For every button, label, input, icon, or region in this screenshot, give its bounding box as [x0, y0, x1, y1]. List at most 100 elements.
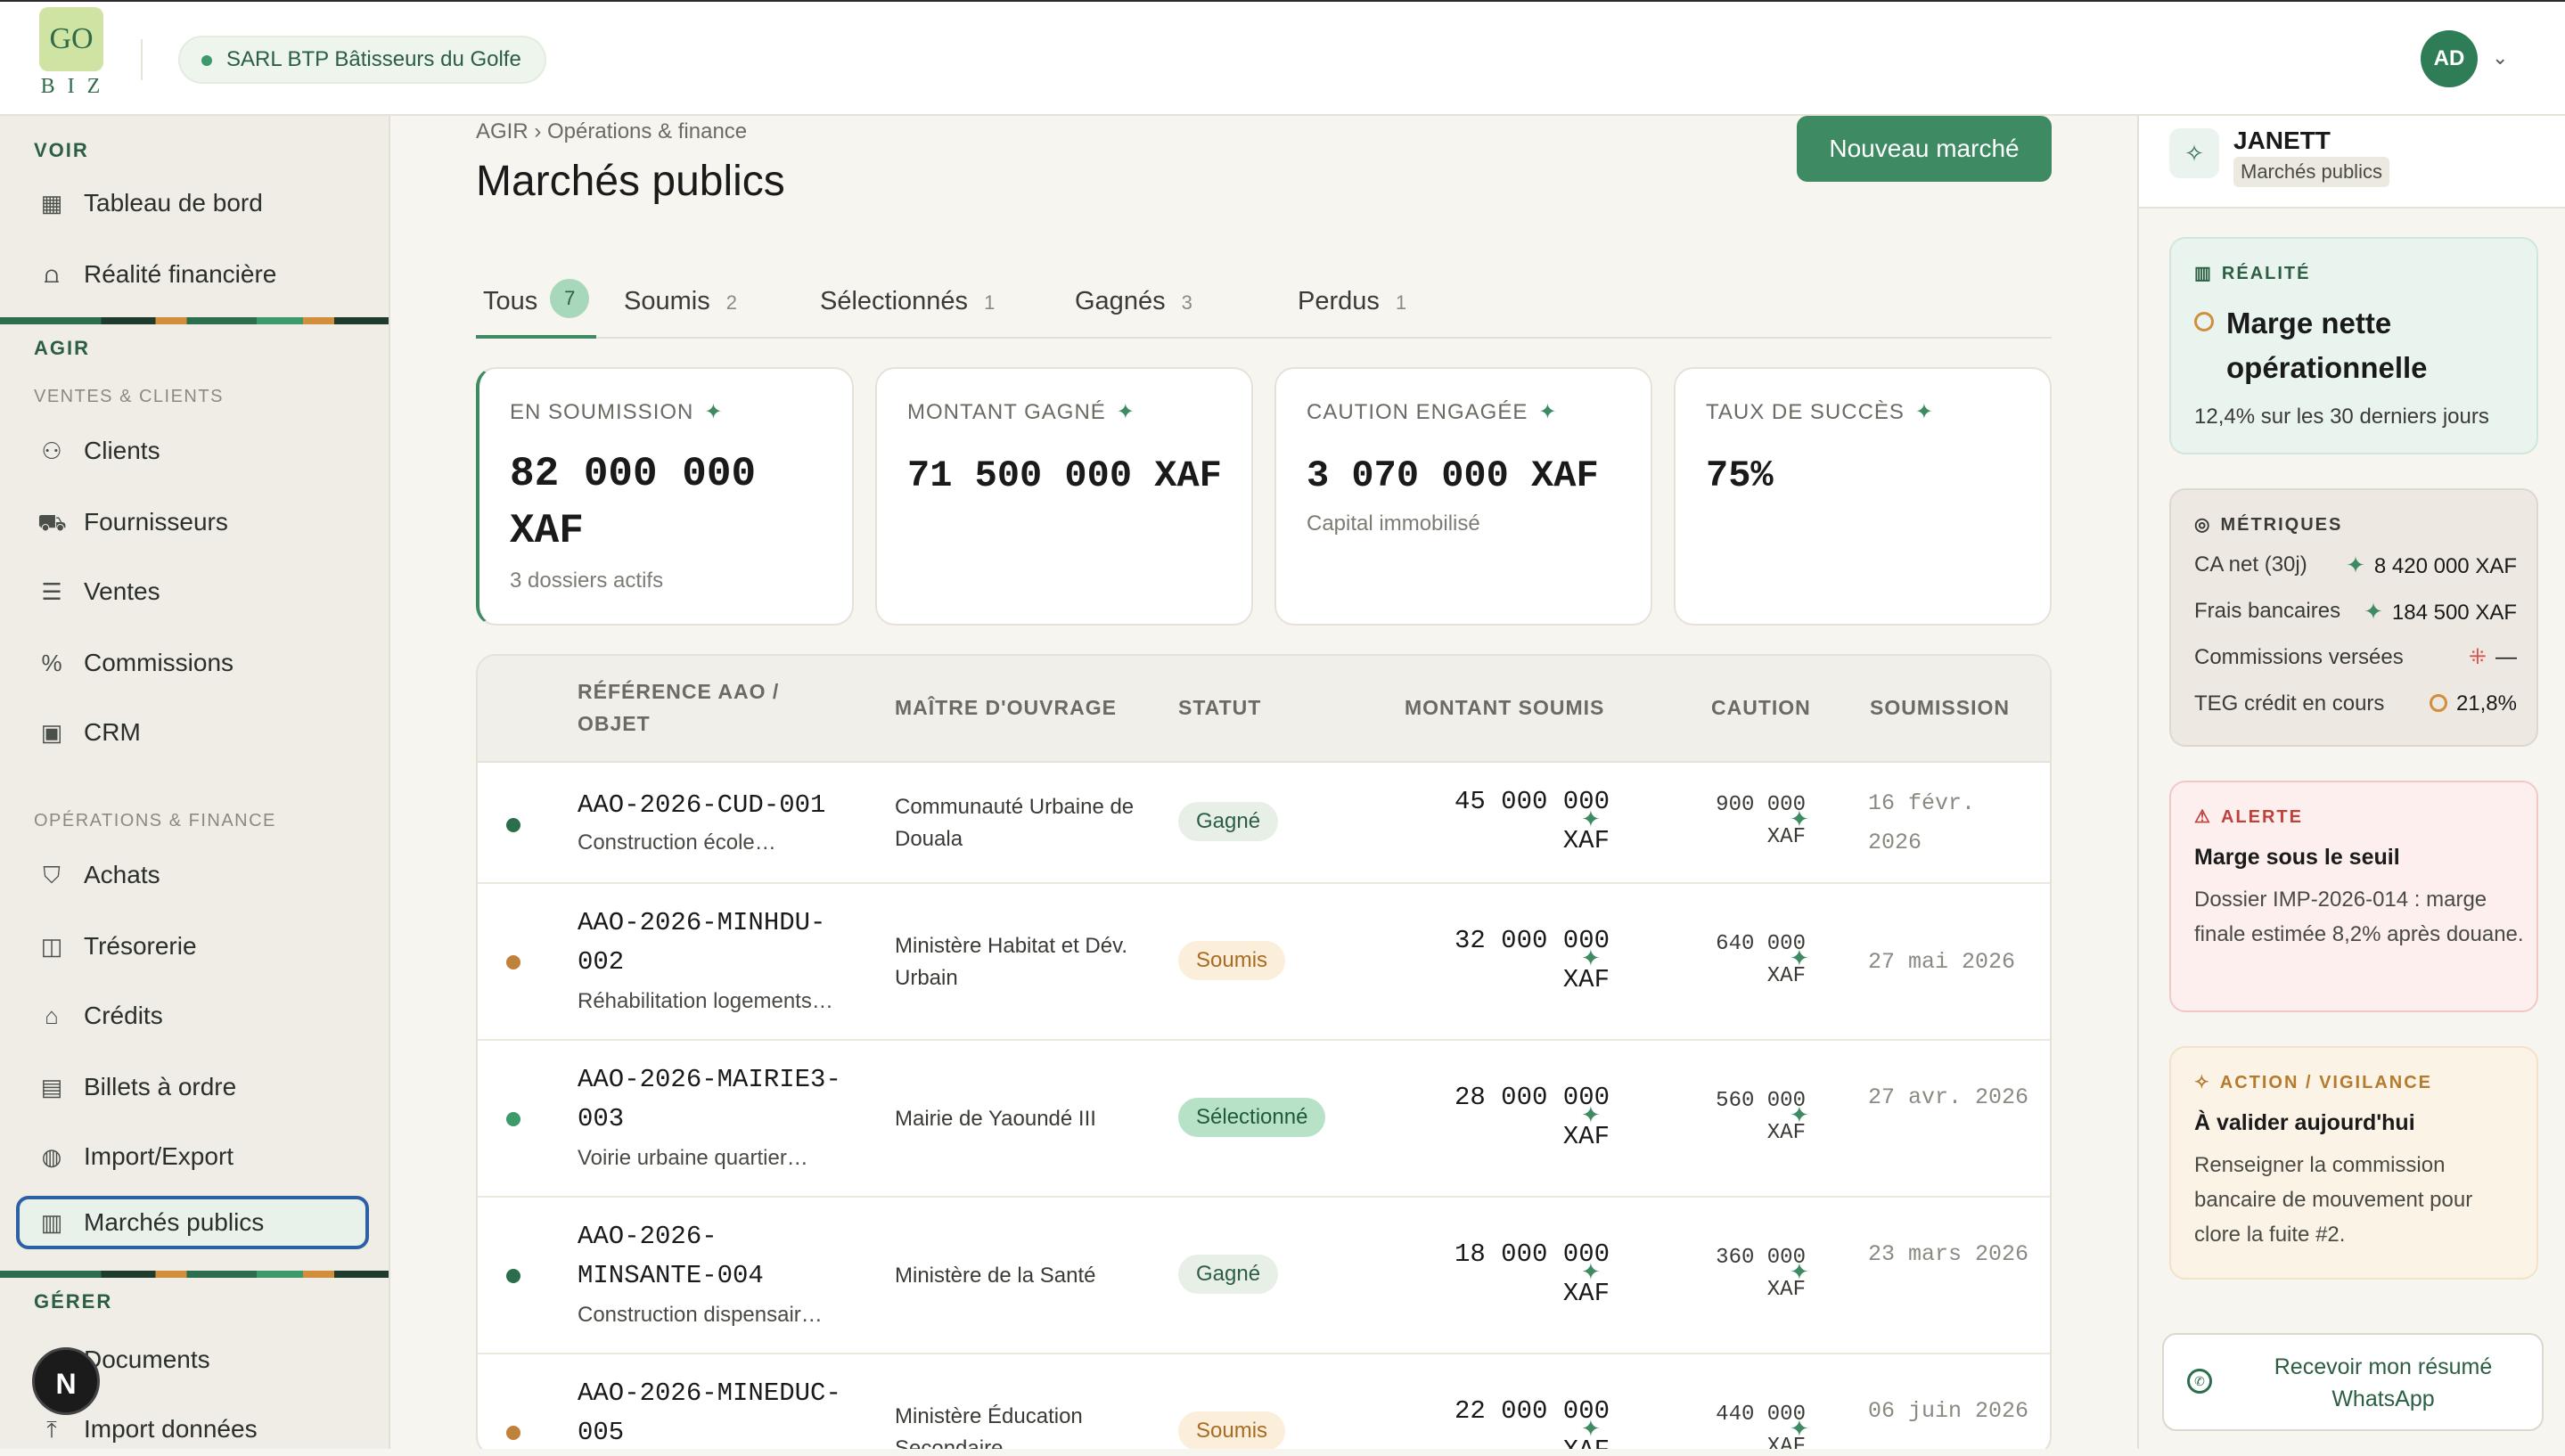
- metric-row: Commissions versées ⁜ —: [2194, 645, 2517, 669]
- sidebar-item-ventes[interactable]: ☰ Ventes: [34, 565, 373, 618]
- status-badge: Soumis: [1178, 941, 1286, 980]
- kpi-card-en-soumission: EN SOUMISSION ✦ 82 000 000 XAF 3 dossiers…: [476, 367, 854, 626]
- chevron-down-icon[interactable]: ⌄: [2492, 46, 2508, 70]
- sidebar-item-import-donnees[interactable]: ⤒ Import données: [34, 1403, 373, 1456]
- warning-icon: ⚠: [2194, 807, 2212, 827]
- tab-soumis-label[interactable]: Soumis 2: [624, 273, 737, 339]
- row-objet: Construction école…: [578, 830, 776, 855]
- sidebar-item-label: Tableau de bord: [84, 189, 263, 217]
- company-selector[interactable]: SARL BTP Bâtisseurs du Golfe: [178, 36, 546, 84]
- section-stripe: [0, 1271, 389, 1278]
- app-logo[interactable]: GO B I Z: [39, 7, 105, 103]
- row-date: 27 avr. 2026: [1868, 1084, 2029, 1110]
- row-caution: 900 000 XAF: [1716, 793, 1806, 849]
- action-text: Renseigner la commission bancaire de mou…: [2194, 1153, 2473, 1247]
- crosshair-icon: ⁜: [2468, 645, 2487, 669]
- metrics-header: ◎ MÉTRIQUES: [2194, 515, 2343, 535]
- tab-label: Soumis: [624, 287, 710, 315]
- row-maitre-ouvrage: Communauté Urbaine de Douala: [895, 795, 1135, 851]
- sidebar-item-commissions[interactable]: % Commissions: [34, 636, 373, 690]
- row-caution: 360 000 XAF: [1716, 1246, 1806, 1302]
- row-reference[interactable]: AAO-2026-MINEDUC-005: [578, 1374, 845, 1449]
- row-date: 27 mai 2026: [1868, 949, 2016, 975]
- sidebar-item-credits[interactable]: ⌂ Crédits: [34, 989, 373, 1043]
- col-soumission[interactable]: SOUMISSION: [1870, 691, 2010, 724]
- row-reference[interactable]: AAO-2026-CUD-001: [578, 786, 845, 825]
- action-title: À valider aujourd'hui: [2194, 1110, 2415, 1135]
- sidebar-item-marches-publics[interactable]: ▥ Marchés publics: [16, 1196, 369, 1249]
- row-reference[interactable]: AAO-2026-MAIRIE3-003: [578, 1060, 845, 1139]
- section-voir: VOIR: [34, 139, 89, 161]
- users-icon: ⚇: [41, 438, 62, 464]
- sparkle-icon: ✦: [1538, 400, 1558, 424]
- table-row[interactable]: AAO-2026-MINEDUC-005 Ministère Éducation…: [478, 1354, 2050, 1449]
- sidebar-item-tresorerie[interactable]: ◫ Trésorerie: [34, 920, 373, 973]
- kpi-label: TAUX DE SUCCÈS ✦: [1706, 400, 1935, 424]
- kpi-card-caution-engagee: CAUTION ENGAGÉE ✦ 3 070 000 XAF Capital i…: [1274, 367, 1652, 626]
- sidebar-item-fournisseurs[interactable]: ⛟ Fournisseurs: [34, 495, 373, 549]
- row-maitre-ouvrage: Ministère Éducation Secondaire: [895, 1404, 1083, 1449]
- alert-card[interactable]: ⚠ ALERTE Marge sous le seuil Dossier IMP-…: [2169, 781, 2538, 1012]
- sidebar-item-tableau-de-bord[interactable]: ▦ Tableau de bord: [34, 176, 373, 230]
- sparkle-icon: ✦: [1790, 1258, 1809, 1285]
- new-marche-button[interactable]: Nouveau marché: [1797, 116, 2052, 182]
- target-icon: [2194, 312, 2214, 332]
- tab-gagnes[interactable]: Gagnés 3: [1075, 273, 1192, 339]
- kpi-note: Capital immobilisé: [1307, 511, 1480, 536]
- table-row[interactable]: AAO-2026-MINHDU-002 Réhabilitation logem…: [478, 884, 2050, 1041]
- tab-selectionnes[interactable]: Sélectionnés 1: [820, 273, 995, 339]
- kpi-label: CAUTION ENGAGÉE ✦: [1307, 400, 1558, 424]
- sparkle-icon: ✦: [1581, 1101, 1601, 1128]
- col-statut[interactable]: STATUT: [1178, 691, 1261, 724]
- sparkles-icon: ✧: [2194, 1073, 2211, 1092]
- company-name: SARL BTP Bâtisseurs du Golfe: [226, 47, 521, 71]
- n-badge[interactable]: N: [32, 1347, 100, 1415]
- kpi-value: 3 070 000 XAF: [1307, 454, 1599, 497]
- col-montant[interactable]: MONTANT SOUMIS: [1405, 691, 1604, 724]
- reality-header: ▥ RÉALITÉ: [2194, 264, 2311, 283]
- col-maitre-ouvrage[interactable]: MAÎTRE D'OUVRAGE: [895, 691, 1117, 724]
- row-reference[interactable]: AAO-2026-MINSANTE-004: [578, 1217, 845, 1296]
- table-row[interactable]: AAO-2026-MINSANTE-004 Construction dispe…: [478, 1198, 2050, 1354]
- row-montant: 28 000 000 XAF: [1454, 1083, 1610, 1151]
- kpi-card-taux-de-succes: TAUX DE SUCCÈS ✦ 75%: [1674, 367, 2052, 626]
- dashboard-icon: ▦: [40, 190, 63, 217]
- sidebar-item-label: Marchés publics: [84, 1208, 265, 1236]
- sparkle-icon: ✦: [1790, 1415, 1809, 1442]
- whatsapp-icon: ✆: [2187, 1369, 2212, 1394]
- tab-perdus[interactable]: Perdus 1: [1298, 273, 1406, 339]
- alert-header: ⚠ ALERTE: [2194, 807, 2303, 827]
- sidebar-item-label: Réalité financière: [84, 260, 277, 288]
- sidebar-item-achats[interactable]: ⛉ Achats: [34, 848, 373, 902]
- sparkle-icon: ✦: [1914, 400, 1935, 424]
- row-objet: Voirie urbaine quartier…: [578, 1146, 808, 1170]
- sparkles-icon: ✧: [2169, 128, 2219, 178]
- table-row[interactable]: AAO-2026-CUD-001 Construction école… Com…: [478, 763, 2050, 884]
- sidebar: VOIR ▦ Tableau de bord ⩍ Réalité financièr…: [0, 116, 390, 1449]
- action-card[interactable]: ✧ ACTION / VIGILANCE À valider aujourd'hu…: [2169, 1046, 2538, 1280]
- sidebar-item-billets-a-ordre[interactable]: ▤ Billets à ordre: [34, 1060, 373, 1114]
- kpi-value: 75%: [1706, 454, 1774, 497]
- row-reference[interactable]: AAO-2026-MINHDU-002: [578, 904, 845, 982]
- tab-tous[interactable]: Tous 7: [476, 273, 597, 339]
- table-row[interactable]: AAO-2026-MAIRIE3-003 Voirie urbaine quar…: [478, 1041, 2050, 1198]
- sidebar-item-import-export[interactable]: ◍ Import/Export: [34, 1130, 373, 1183]
- avatar[interactable]: AD: [2421, 30, 2478, 87]
- reality-card[interactable]: ▥ RÉALITÉ Marge nette opérationnelle 12,4…: [2169, 237, 2538, 454]
- sidebar-item-clients[interactable]: ⚇ Clients: [34, 424, 373, 478]
- col-reference[interactable]: RÉFÉRENCE AAO / OBJET: [578, 675, 809, 740]
- row-maitre-ouvrage: Mairie de Yaoundé III: [895, 1107, 1096, 1131]
- sidebar-item-crm[interactable]: ▣ CRM: [34, 706, 373, 759]
- context-tag: Marchés publics: [2233, 157, 2389, 187]
- metric-row: Frais bancaires ✦ 184 500 XAF: [2194, 598, 2517, 625]
- whatsapp-summary-button[interactable]: ✆ Recevoir mon résumé WhatsApp: [2162, 1333, 2544, 1431]
- tab-count: 1: [1395, 291, 1407, 314]
- row-date: 23 mars 2026: [1868, 1241, 2029, 1267]
- assistant-panel: ✧ JANETT Marchés publics ▥ RÉALITÉ Marge …: [2137, 116, 2565, 1449]
- status-dot: [506, 818, 520, 832]
- tab-label: Perdus: [1298, 287, 1380, 315]
- sidebar-item-realite-financiere[interactable]: ⩍ Réalité financière: [34, 248, 373, 301]
- status-dot: [506, 955, 520, 969]
- sparkle-icon: ✦: [1581, 1258, 1601, 1285]
- col-caution[interactable]: CAUTION: [1711, 691, 1811, 724]
